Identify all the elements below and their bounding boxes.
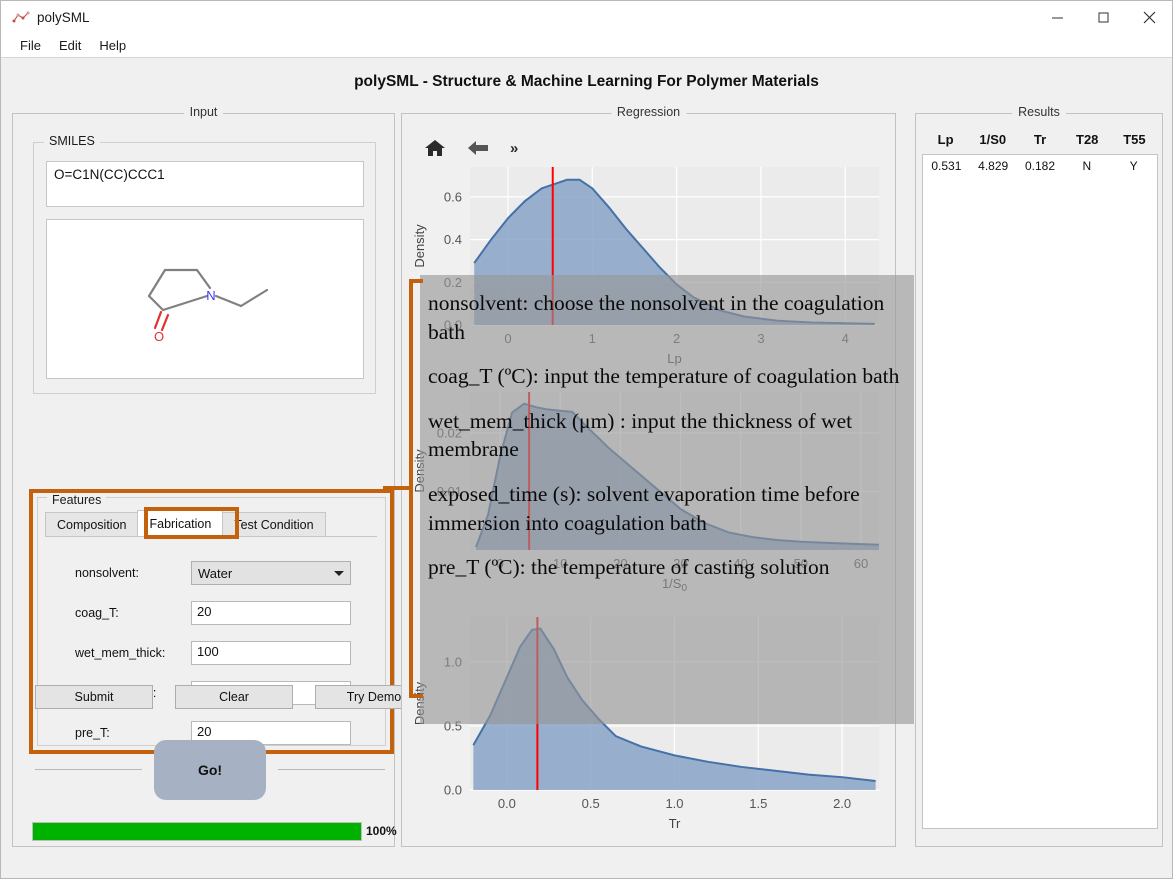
chevron-down-icon — [334, 570, 344, 576]
field-row-nonsolvent: nonsolvent: Water — [33, 561, 390, 585]
x-tick-label: 0.5 — [582, 796, 600, 811]
back-arrow-icon[interactable] — [466, 138, 490, 158]
results-panel: Results Lp 1/S0 Tr T28 T55 0.531 4.829 0… — [915, 105, 1163, 847]
go-button[interactable]: Go! — [154, 739, 266, 800]
home-icon[interactable] — [424, 138, 446, 158]
menu-item-help[interactable]: Help — [90, 36, 135, 55]
menu-item-file[interactable]: File — [11, 36, 50, 55]
results-col-t28: T28 — [1076, 132, 1099, 147]
features-group: Features Composition Fabrication Test Co… — [29, 489, 394, 754]
y-tick-label: 0.0 — [444, 783, 462, 798]
annotation-coag-t: coag_T (ºC): input the temperature of co… — [428, 364, 900, 389]
menu-bar: File Edit Help — [1, 34, 1172, 58]
annotation-wet-mem-thick: wet_mem_thick (μm) : input the thickness… — [428, 408, 853, 462]
divider-right — [278, 769, 385, 770]
cell-t28: N — [1082, 159, 1092, 173]
results-header-row: Lp 1/S0 Tr T28 T55 — [922, 132, 1158, 147]
results-col-lp: Lp — [937, 132, 954, 147]
tab-fabrication[interactable]: Fabrication — [137, 510, 224, 536]
features-group-legend: Features — [47, 493, 107, 507]
results-col-s0: 1/S0 — [979, 132, 1007, 147]
page-title: polySML - Structure & Machine Learning F… — [354, 73, 819, 90]
input-panel-legend: Input — [183, 105, 224, 119]
clear-button[interactable]: Clear — [175, 685, 293, 709]
annotation-pre-t: pre_T (ºC): the temperature of casting s… — [428, 555, 830, 580]
minimize-button[interactable] — [1034, 1, 1080, 34]
table-row[interactable]: 0.531 4.829 0.182 N Y — [923, 155, 1157, 177]
app-header: polySML - Structure & Machine Learning F… — [2, 59, 1171, 105]
field-row-coag-t: coag_T: 20 — [33, 601, 390, 625]
annotation-nonsolvent: nonsolvent: choose the nonsolvent in the… — [428, 291, 885, 344]
y-axis-label: Density — [412, 224, 427, 268]
label-wet-mem-thick: wet_mem_thick: — [75, 646, 166, 660]
maximize-button[interactable] — [1080, 1, 1126, 34]
x-tick-label: 1.0 — [665, 796, 683, 811]
progress-label: 100% — [366, 824, 397, 838]
results-col-tr: Tr — [1033, 132, 1047, 147]
polysml-logo-icon — [11, 9, 31, 27]
regression-panel-legend: Regression — [610, 105, 687, 119]
window-title: polySML — [37, 10, 90, 25]
label-nonsolvent: nonsolvent: — [75, 566, 139, 580]
menu-item-edit[interactable]: Edit — [50, 36, 90, 55]
close-button[interactable] — [1126, 1, 1172, 34]
progress-bar — [32, 821, 362, 841]
nonsolvent-select[interactable]: Water — [191, 561, 351, 585]
cell-tr: 0.182 — [1024, 159, 1055, 173]
smiles-group: SMILES O=C1N(CC)CCC1 N O — [33, 134, 376, 394]
molecule-preview: N O — [46, 219, 364, 379]
results-table[interactable]: 0.531 4.829 0.182 N Y — [922, 154, 1158, 829]
x-axis-label: Tr — [669, 816, 681, 831]
action-button-row: Submit Clear Try Demo — [35, 685, 433, 709]
field-row-wet-mem-thick: wet_mem_thick: 100 — [33, 641, 390, 665]
go-button-area: Go! — [35, 727, 385, 812]
progress-area: 100% — [32, 821, 400, 841]
annotation-exposed-time: exposed_time (s): solvent evaporation ti… — [428, 481, 860, 535]
tab-test-condition[interactable]: Test Condition — [222, 512, 326, 536]
y-tick-label: 0.6 — [444, 189, 462, 204]
divider-left — [35, 769, 142, 770]
svg-text:N: N — [206, 288, 215, 303]
more-chevrons-icon[interactable]: » — [510, 140, 518, 157]
window-controls — [1034, 1, 1172, 34]
input-panel: Input SMILES O=C1N(CC)CCC1 N O Features … — [12, 105, 433, 847]
x-tick-label: 2.0 — [833, 796, 851, 811]
tab-composition[interactable]: Composition — [45, 512, 139, 536]
x-tick-label: 1.5 — [749, 796, 767, 811]
x-tick-label: 0.0 — [498, 796, 516, 811]
n-ethyl-2-pyrrolidone-structure: N O — [147, 268, 269, 344]
cell-s0: 4.829 — [978, 159, 1009, 173]
results-col-t55: T55 — [1123, 132, 1146, 147]
smiles-group-legend: SMILES — [44, 134, 100, 148]
progress-bar-fill — [33, 822, 361, 840]
cell-t55: Y — [1129, 159, 1138, 173]
submit-button[interactable]: Submit — [35, 685, 153, 709]
title-bar: polySML — [1, 1, 1172, 34]
nonsolvent-value: Water — [198, 565, 233, 581]
svg-text:O: O — [154, 329, 164, 344]
wet-mem-thick-input[interactable]: 100 — [191, 641, 351, 665]
application-window: polySML File Edit Help polySML - Structu… — [0, 0, 1173, 879]
annotation-overlay: nonsolvent: choose the nonsolvent in the… — [420, 275, 914, 724]
results-panel-legend: Results — [1012, 105, 1066, 119]
label-coag-t: coag_T: — [75, 606, 119, 620]
cell-lp: 0.531 — [931, 159, 962, 173]
smiles-input[interactable]: O=C1N(CC)CCC1 — [46, 161, 364, 207]
y-tick-label: 0.4 — [444, 232, 462, 247]
features-tabstrip: Composition Fabrication Test Condition — [45, 510, 377, 537]
coag-t-input[interactable]: 20 — [191, 601, 351, 625]
